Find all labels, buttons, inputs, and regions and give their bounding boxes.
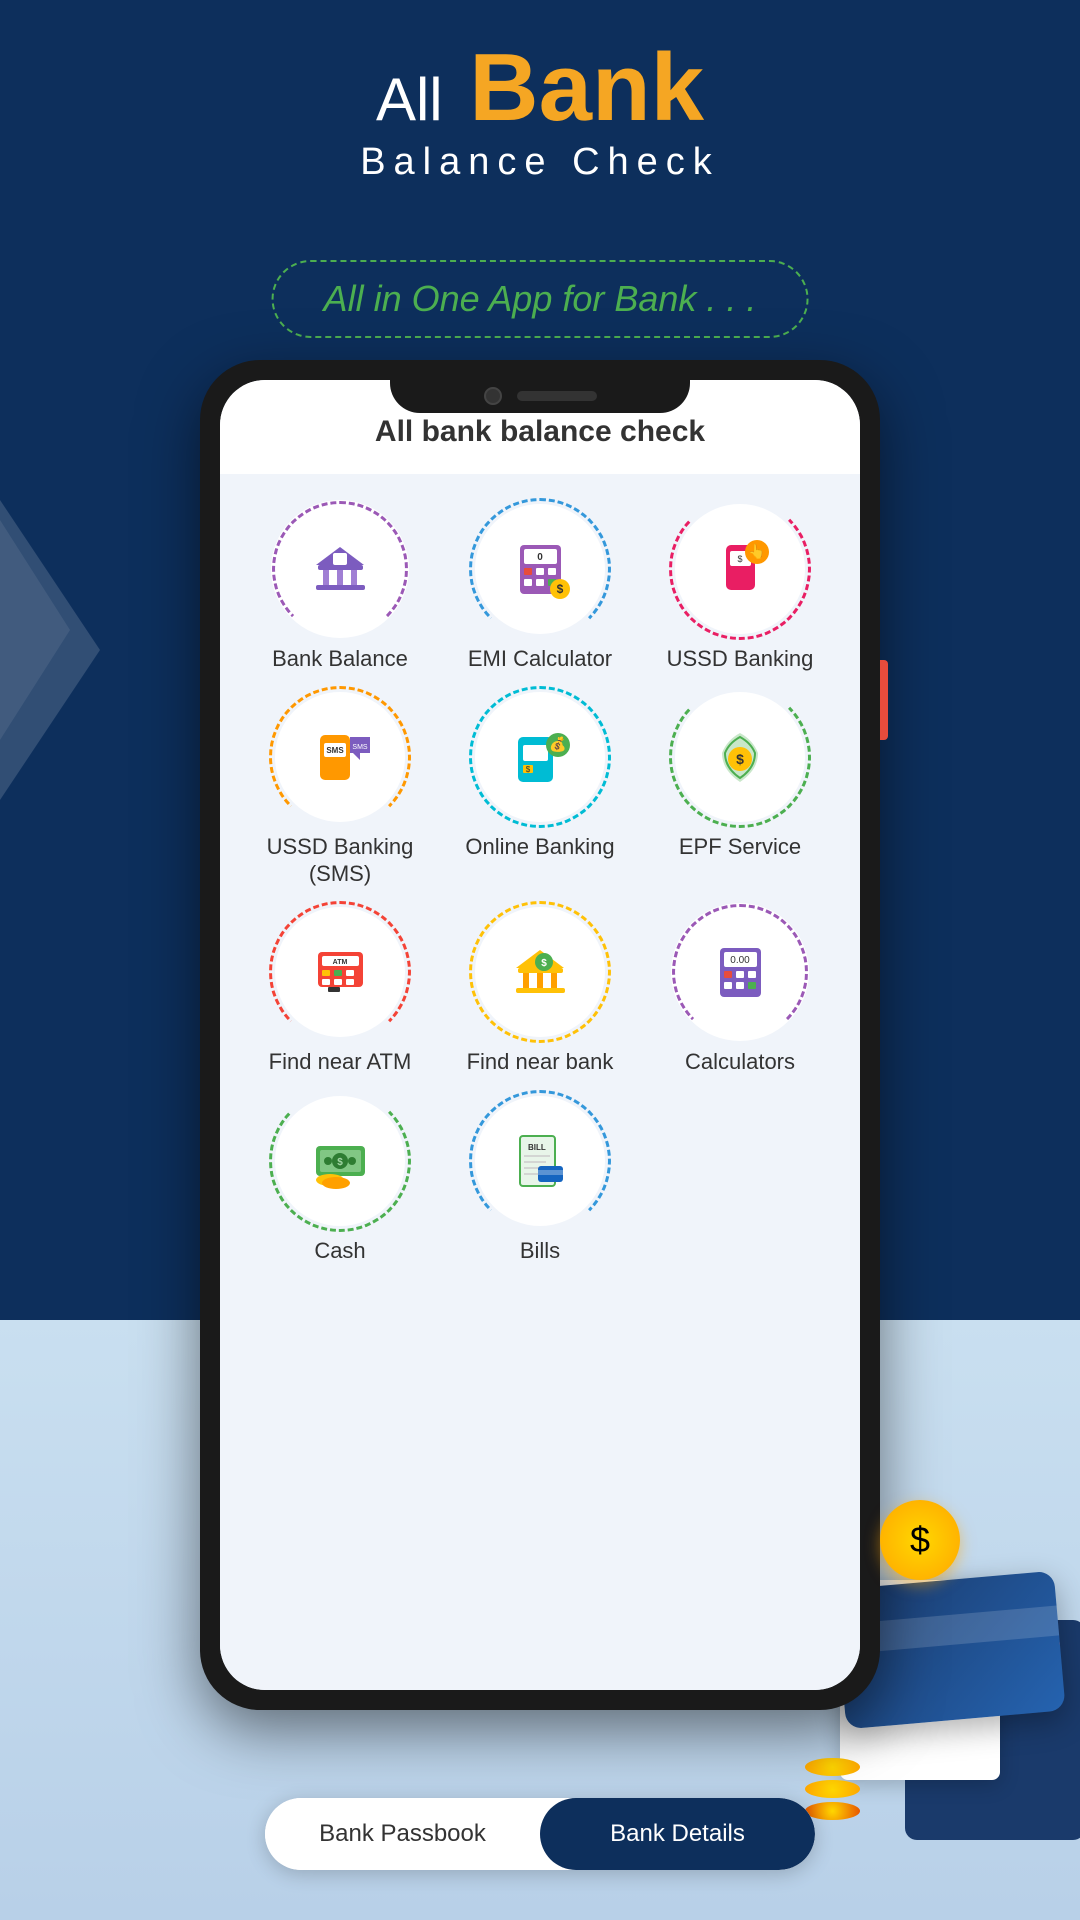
- tab-passbook[interactable]: Bank Passbook: [265, 1798, 540, 1870]
- find-bank-icon: $: [508, 940, 573, 1005]
- feature-ussd-banking[interactable]: $ 👆 USSD Banking: [650, 504, 830, 672]
- icon-wrapper-ussd-sms: SMS SMS: [275, 692, 405, 822]
- phone-screen: All bank balance check: [220, 380, 860, 1690]
- feature-epf[interactable]: $ EPF Service: [650, 692, 830, 887]
- feature-label-calculators: Calculators: [685, 1049, 795, 1075]
- phone-frame: All bank balance check: [200, 360, 880, 1710]
- icon-wrapper-bills: BILL: [475, 1096, 605, 1226]
- cash-icon: $: [308, 1128, 373, 1193]
- icon-wrapper-online: $ 💰: [475, 692, 605, 822]
- app-title: All Bank: [0, 40, 1080, 136]
- ussd-banking-icon: $ 👆: [708, 537, 773, 602]
- phone-container: All bank balance check: [200, 360, 880, 1710]
- features-grid: Bank Balance 0: [240, 504, 840, 1264]
- ussd-sms-icon: SMS SMS: [308, 725, 373, 790]
- feature-label-atm: Find near ATM: [269, 1049, 412, 1075]
- feature-label-ussd-sms: USSD Banking (SMS): [267, 834, 414, 887]
- feature-find-atm[interactable]: ATM Find near ATM: [250, 907, 430, 1075]
- svg-text:SMS: SMS: [352, 744, 368, 751]
- epf-service-icon: $: [708, 725, 773, 790]
- svg-text:💰: 💰: [549, 736, 566, 753]
- feature-cash[interactable]: $ Cash: [250, 1096, 430, 1264]
- coin-1: [805, 1758, 860, 1776]
- feature-find-bank[interactable]: $ Find near bank: [450, 907, 630, 1075]
- svg-text:SMS: SMS: [326, 746, 344, 755]
- emi-calculator-icon: 0 $: [508, 537, 573, 602]
- online-banking-icon: $ 💰: [508, 725, 573, 790]
- svg-text:👆: 👆: [748, 543, 765, 560]
- icon-wrapper-cash: $: [275, 1096, 405, 1226]
- feature-label-cash: Cash: [314, 1238, 365, 1264]
- bottom-tab-bar: Bank Passbook Bank Details: [265, 1798, 815, 1870]
- feature-label-emi: EMI Calculator: [468, 646, 612, 672]
- app-subtitle: Balance Check: [0, 141, 1080, 184]
- icon-wrapper-bank-balance: [275, 504, 405, 634]
- features-grid-area: Bank Balance 0: [220, 474, 860, 1690]
- tab-details[interactable]: Bank Details: [540, 1798, 815, 1870]
- screen-title: All bank balance check: [250, 415, 830, 449]
- feature-label-epf: EPF Service: [679, 834, 801, 860]
- title-bank: Bank: [469, 34, 704, 141]
- phone-top-bar: [390, 378, 690, 413]
- title-all: All: [376, 66, 443, 133]
- find-atm-icon: ATM: [308, 940, 373, 1005]
- svg-text:$: $: [541, 958, 547, 969]
- feature-bank-balance[interactable]: Bank Balance: [250, 504, 430, 672]
- svg-text:ATM: ATM: [332, 959, 347, 966]
- bills-icon: BILL: [508, 1128, 573, 1193]
- icon-wrapper-ussd: $ 👆: [675, 504, 805, 634]
- svg-text:$: $: [736, 751, 744, 767]
- feature-online-banking[interactable]: $ 💰 Online Banking: [450, 692, 630, 887]
- feature-ussd-sms[interactable]: SMS SMS USSD Banking (SMS): [250, 692, 430, 887]
- phone-camera: [484, 387, 502, 405]
- svg-text:0: 0: [537, 552, 543, 563]
- svg-text:$: $: [556, 582, 563, 596]
- svg-text:$: $: [525, 765, 530, 774]
- feature-label-ussd: USSD Banking: [667, 646, 814, 672]
- icon-wrapper-epf: $: [675, 692, 805, 822]
- feature-calculators[interactable]: 0.00 Calculators: [650, 907, 830, 1075]
- feature-label-bank-balance: Bank Balance: [272, 646, 408, 672]
- svg-text:0.00: 0.00: [730, 955, 750, 966]
- calculators-icon: 0.00: [708, 940, 773, 1005]
- coin-symbol: $: [910, 1519, 930, 1561]
- icon-wrapper-emi: 0 $: [475, 504, 605, 634]
- tagline-text: All in One App for Bank . . .: [272, 260, 809, 338]
- icon-wrapper-calculators: 0.00: [675, 907, 805, 1037]
- svg-text:$: $: [337, 1157, 343, 1168]
- icon-wrapper-find-bank: $: [475, 907, 605, 1037]
- deco-coin: $: [880, 1500, 960, 1580]
- svg-text:$: $: [737, 554, 742, 564]
- coin-3: [805, 1802, 860, 1820]
- feature-emi-calculator[interactable]: 0 $ EMI Calculator: [450, 504, 630, 672]
- deco-stacked-coins: [805, 1758, 860, 1820]
- phone-side-button: [880, 660, 888, 740]
- coin-2: [805, 1780, 860, 1798]
- app-header: All Bank Balance Check: [0, 40, 1080, 184]
- svg-text:BILL: BILL: [528, 1143, 546, 1152]
- feature-label-find-bank: Find near bank: [467, 1049, 614, 1075]
- feature-label-bills: Bills: [520, 1238, 560, 1264]
- feature-bills[interactable]: BILL Bills: [450, 1096, 630, 1264]
- icon-wrapper-atm: ATM: [275, 907, 405, 1037]
- phone-speaker: [517, 391, 597, 401]
- feature-label-online: Online Banking: [465, 834, 614, 860]
- tagline-container: All in One App for Bank . . .: [272, 260, 809, 338]
- bank-balance-icon: [308, 537, 373, 602]
